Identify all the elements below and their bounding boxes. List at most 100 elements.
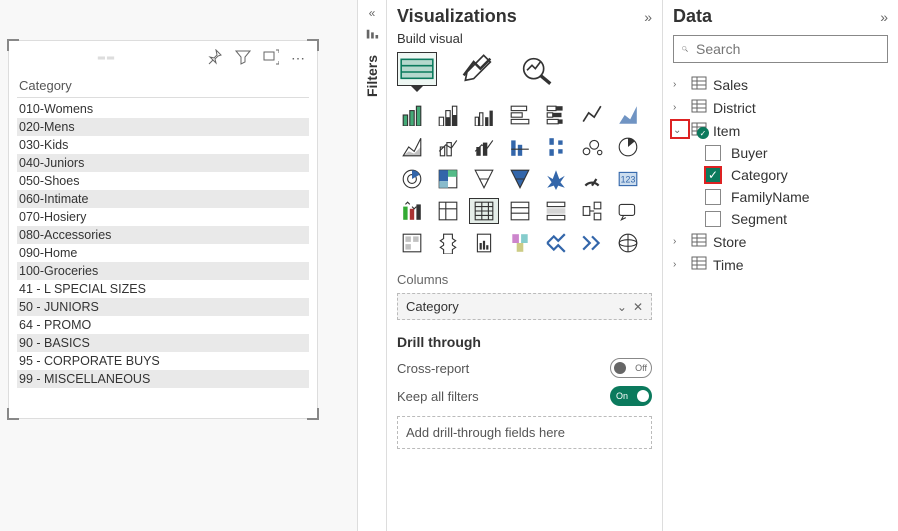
table-node-store[interactable]: ›Store	[673, 230, 888, 253]
viz-type-option[interactable]	[541, 230, 571, 256]
field-checkbox[interactable]	[705, 189, 721, 205]
chevron-right-icon[interactable]: ›	[673, 102, 685, 113]
table-row[interactable]: 090-Home	[17, 244, 309, 262]
search-input[interactable]	[673, 35, 888, 63]
table-row[interactable]: 100-Groceries	[17, 262, 309, 280]
visualizations-pane: Visualizations » Build visual 123 Column…	[387, 0, 663, 531]
table-node-time[interactable]: ›Time	[673, 253, 888, 276]
viz-type-option[interactable]	[469, 134, 499, 160]
chevron-right-icon[interactable]: ›	[673, 259, 685, 270]
table-node-item[interactable]: ⌄Item✓	[673, 119, 888, 142]
viz-type-option[interactable]	[433, 230, 463, 256]
pin-icon[interactable]	[207, 49, 223, 68]
collapse-data-icon[interactable]: »	[880, 9, 888, 25]
table-row[interactable]: 040-Juniors	[17, 154, 309, 172]
search-field[interactable]	[694, 40, 879, 58]
table-row[interactable]: 50 - JUNIORS	[17, 298, 309, 316]
viz-type-option[interactable]	[469, 166, 499, 192]
field-buyer[interactable]: Buyer	[705, 142, 888, 164]
viz-type-option[interactable]	[505, 230, 535, 256]
viz-type-option[interactable]	[541, 166, 571, 192]
field-familyname[interactable]: FamilyName	[705, 186, 888, 208]
table-visual[interactable]: ══ ⋯ Category 010-Womens020-Mens030-Kids…	[8, 40, 318, 419]
table-row[interactable]: 050-Shoes	[17, 172, 309, 190]
viz-type-option[interactable]	[433, 134, 463, 160]
table-row[interactable]: 64 - PROMO	[17, 316, 309, 334]
columns-field-well[interactable]: Category ⌄ ✕	[397, 293, 652, 320]
viz-type-option[interactable]	[541, 102, 571, 128]
viz-type-option[interactable]	[613, 198, 643, 224]
keep-filters-toggle[interactable]: On	[610, 386, 652, 406]
chevron-right-icon[interactable]: ›	[673, 79, 685, 90]
field-checkbox[interactable]: ✓	[705, 167, 721, 183]
viz-type-option[interactable]	[433, 102, 463, 128]
viz-type-option[interactable]	[577, 198, 607, 224]
viz-type-option[interactable]	[505, 198, 535, 224]
viz-type-option[interactable]	[397, 102, 427, 128]
visualization-type-grid: 123	[397, 102, 652, 256]
chevron-down-icon[interactable]: ⌄	[617, 300, 627, 314]
build-visual-tab[interactable]	[397, 52, 437, 86]
viz-type-option[interactable]	[397, 198, 427, 224]
table-row[interactable]: 95 - CORPORATE BUYS	[17, 352, 309, 370]
more-options-icon[interactable]: ⋯	[291, 51, 307, 67]
viz-type-option[interactable]	[577, 166, 607, 192]
table-row[interactable]: 070-Hosiery	[17, 208, 309, 226]
data-title: Data	[673, 6, 712, 27]
viz-type-option[interactable]	[433, 166, 463, 192]
viz-type-option[interactable]	[541, 198, 571, 224]
remove-field-icon[interactable]: ✕	[633, 300, 643, 314]
field-category[interactable]: ✓Category	[705, 164, 888, 186]
analytics-tab[interactable]	[517, 52, 557, 86]
viz-type-option[interactable]	[505, 166, 535, 192]
viz-type-option[interactable]	[469, 102, 499, 128]
table-row[interactable]: 030-Kids	[17, 136, 309, 154]
table-row[interactable]: 90 - BASICS	[17, 334, 309, 352]
table-icon	[691, 76, 707, 93]
viz-type-option[interactable]	[505, 134, 535, 160]
field-well-item[interactable]: Category	[406, 299, 459, 314]
viz-type-option[interactable]: 123	[613, 166, 643, 192]
visualizations-title: Visualizations	[397, 6, 517, 27]
viz-type-option[interactable]	[613, 102, 643, 128]
field-checkbox[interactable]	[705, 145, 721, 161]
table-row[interactable]: 41 - L SPECIAL SIZES	[17, 280, 309, 298]
table-row[interactable]: 020-Mens	[17, 118, 309, 136]
viz-type-option[interactable]	[577, 230, 607, 256]
viz-type-option[interactable]	[469, 198, 499, 224]
expand-filters-icon[interactable]: «	[369, 6, 376, 20]
filters-icon	[365, 28, 379, 45]
viz-type-option[interactable]	[505, 102, 535, 128]
filters-pane-collapsed[interactable]: « Filters	[357, 0, 387, 531]
collapse-viz-icon[interactable]: »	[644, 9, 652, 25]
format-visual-tab[interactable]	[457, 52, 497, 86]
fields-tree: ›Sales›District⌄Item✓Buyer✓CategoryFamil…	[673, 73, 888, 276]
viz-type-option[interactable]	[433, 198, 463, 224]
viz-type-option[interactable]	[397, 166, 427, 192]
cross-report-toggle[interactable]: Off	[610, 358, 652, 378]
viz-type-option[interactable]	[577, 134, 607, 160]
field-segment[interactable]: Segment	[705, 208, 888, 230]
viz-type-option[interactable]	[613, 230, 643, 256]
table-node-sales[interactable]: ›Sales	[673, 73, 888, 96]
focus-mode-icon[interactable]	[263, 49, 279, 68]
table-node-district[interactable]: ›District	[673, 96, 888, 119]
build-visual-label: Build visual	[397, 31, 652, 46]
chevron-right-icon[interactable]: ›	[673, 236, 685, 247]
viz-type-option[interactable]	[397, 134, 427, 160]
table-icon	[691, 256, 707, 273]
report-canvas[interactable]: ══ ⋯ Category 010-Womens020-Mens030-Kids…	[0, 0, 357, 531]
viz-type-option[interactable]	[541, 134, 571, 160]
viz-type-option[interactable]	[469, 230, 499, 256]
filter-icon[interactable]	[235, 49, 251, 68]
viz-type-option[interactable]	[613, 134, 643, 160]
table-row[interactable]: 99 - MISCELLANEOUS	[17, 370, 309, 388]
drill-through-field-well[interactable]: Add drill-through fields here	[397, 416, 652, 449]
field-checkbox[interactable]	[705, 211, 721, 227]
table-row[interactable]: 060-Intimate	[17, 190, 309, 208]
table-row[interactable]: 010-Womens	[17, 100, 309, 118]
drag-handle-icon[interactable]: ══	[19, 53, 195, 64]
viz-type-option[interactable]	[577, 102, 607, 128]
viz-type-option[interactable]	[397, 230, 427, 256]
table-row[interactable]: 080-Accessories	[17, 226, 309, 244]
